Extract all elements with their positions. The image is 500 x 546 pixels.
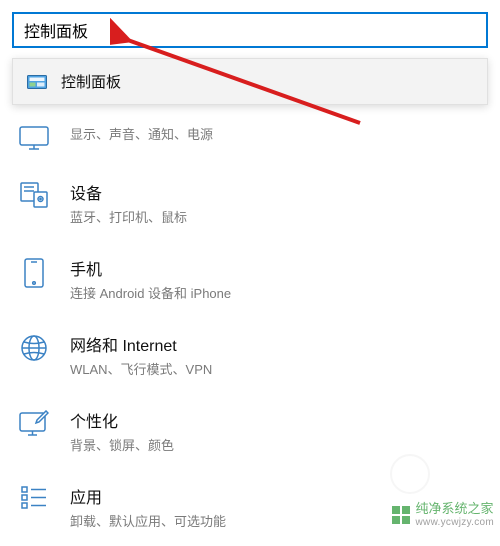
watermark: 纯净系统之家 www.ycwjzy.com xyxy=(392,502,494,528)
setting-row-phone[interactable]: 手机 连接 Android 设备和 iPhone xyxy=(12,242,488,318)
setting-subtitle: 连接 Android 设备和 iPhone xyxy=(70,283,482,302)
setting-title: 个性化 xyxy=(70,408,482,432)
suggestion-label: 控制面板 xyxy=(61,71,121,92)
setting-subtitle: 显示、声音、通知、电源 xyxy=(70,124,482,143)
devices-icon xyxy=(18,180,50,208)
apps-icon xyxy=(18,484,50,510)
search-input[interactable] xyxy=(12,12,488,48)
setting-subtitle: 蓝牙、打印机、鼠标 xyxy=(70,207,482,226)
setting-row-devices[interactable]: 设备 蓝牙、打印机、鼠标 xyxy=(12,166,488,242)
setting-subtitle: 背景、锁屏、颜色 xyxy=(70,435,482,454)
setting-title: 网络和 Internet xyxy=(70,332,482,356)
setting-title: 设备 xyxy=(70,180,482,204)
setting-title: 手机 xyxy=(70,256,482,280)
setting-row-system[interactable]: 显示、声音、通知、电源 xyxy=(12,118,488,166)
decorative-circle xyxy=(390,454,430,494)
watermark-logo-icon xyxy=(392,506,410,524)
watermark-url: www.ycwjzy.com xyxy=(416,517,494,529)
network-icon xyxy=(18,332,50,362)
control-panel-icon xyxy=(27,74,47,90)
phone-icon xyxy=(18,256,50,288)
setting-row-network[interactable]: 网络和 Internet WLAN、飞行模式、VPN xyxy=(12,318,488,394)
watermark-brand: 纯净系统之家 xyxy=(416,502,494,517)
setting-subtitle: WLAN、飞行模式、VPN xyxy=(70,359,482,378)
personalize-icon xyxy=(18,408,50,436)
suggestion-control-panel[interactable]: 控制面板 xyxy=(13,59,487,104)
system-icon xyxy=(18,124,50,150)
search-suggestion-dropdown: 控制面板 xyxy=(12,58,488,105)
